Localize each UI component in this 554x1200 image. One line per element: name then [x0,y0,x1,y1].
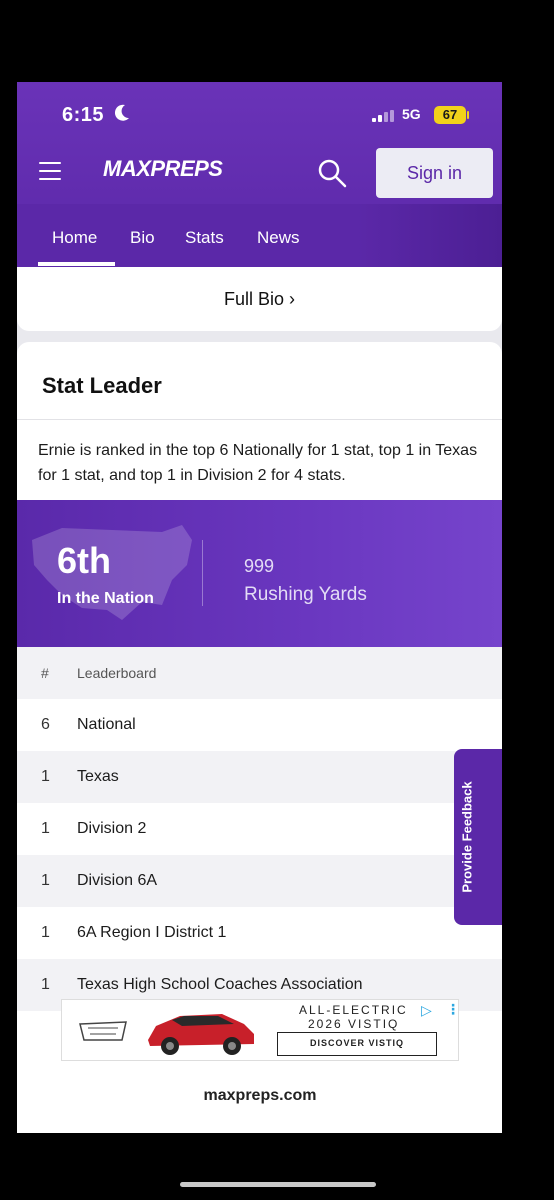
maxpreps-logo[interactable]: MAXPREPS [103,156,223,182]
tab-bio[interactable]: Bio [130,228,155,248]
moon-icon [114,104,129,121]
table-header: # Leaderboard [17,647,502,699]
leaderboard-table: # Leaderboard 6 National 1 Texas 1 Divis… [17,647,502,1011]
header-rank: # [41,665,49,681]
table-row[interactable]: 1 Texas [17,751,502,803]
ad-subheadline: 2026 VISTIQ [308,1017,400,1031]
ad-banner[interactable]: ALL-ELECTRIC 2026 VISTIQ DISCOVER VISTIQ… [61,999,460,1061]
search-icon[interactable] [317,158,347,188]
network-label: 5G [402,106,421,122]
row-label: 6A Region I District 1 [77,924,227,941]
row-label: Division 2 [77,820,147,837]
stat-value: 999 [244,556,275,576]
ad-choices-icon[interactable]: ▷ [421,1002,432,1019]
banner-divider [202,540,203,606]
us-map-icon [32,525,192,620]
rank-number: 6th [57,540,111,581]
cadillac-logo [79,1021,127,1041]
app-header: 6:15 5G 67 MAXPREPS Sign in Home Bio Sta… [17,82,502,267]
ad-cta-button[interactable]: DISCOVER VISTIQ [277,1032,437,1056]
stat-name: Rushing Yards [244,584,367,605]
stat-leader-title: Stat Leader [42,373,162,398]
table-row[interactable]: 6 National [17,699,502,751]
row-rank: 1 [41,924,50,941]
full-bio-card: Full Bio › [17,267,502,331]
active-tab-indicator [38,262,115,266]
battery-level: 67 [434,106,466,124]
header-leaderboard: Leaderboard [77,665,157,681]
home-indicator[interactable] [180,1182,376,1187]
row-label: Division 6A [77,872,158,889]
rank-banner: 6th In the Nation 999 Rushing Yards [17,500,502,647]
row-label: Texas [77,768,119,785]
tab-stats[interactable]: Stats [185,228,224,248]
row-label: Texas High School Coaches Association [77,976,363,993]
row-rank: 1 [41,768,50,785]
row-rank: 1 [41,820,50,837]
stat-leader-description: Ernie is ranked in the top 6 Nationally … [38,442,478,484]
phone-screen: 6:15 5G 67 MAXPREPS Sign in Home Bio Sta… [17,82,502,1133]
ad-headline: ALL-ELECTRIC [299,1003,408,1017]
table-row[interactable]: 1 Division 6A [17,855,502,907]
tab-news[interactable]: News [257,228,300,248]
row-rank: 1 [41,872,50,889]
table-row[interactable]: 1 6A Region I District 1 [17,907,502,959]
menu-icon[interactable] [39,162,61,182]
url-bar[interactable]: maxpreps.com [177,1076,343,1116]
row-rank: 6 [41,716,50,733]
full-bio-link[interactable]: Full Bio › [17,289,502,310]
divider [17,419,502,420]
status-time: 6:15 [62,104,105,126]
battery-tip [467,111,469,119]
table-row[interactable]: 1 Division 2 [17,803,502,855]
tab-home[interactable]: Home [52,228,97,248]
row-label: National [77,716,136,733]
sign-in-button[interactable]: Sign in [376,148,493,198]
ad-more-icon[interactable]: ⋮ [446,1001,460,1018]
provide-feedback-button[interactable]: Provide Feedback [454,749,502,925]
feedback-label: Provide Feedback [459,781,475,893]
tab-bar: Home Bio Stats News [17,204,502,267]
signal-icon [372,110,394,122]
rank-scope: In the Nation [57,590,154,607]
row-rank: 1 [41,976,50,993]
car-image [148,1014,254,1055]
